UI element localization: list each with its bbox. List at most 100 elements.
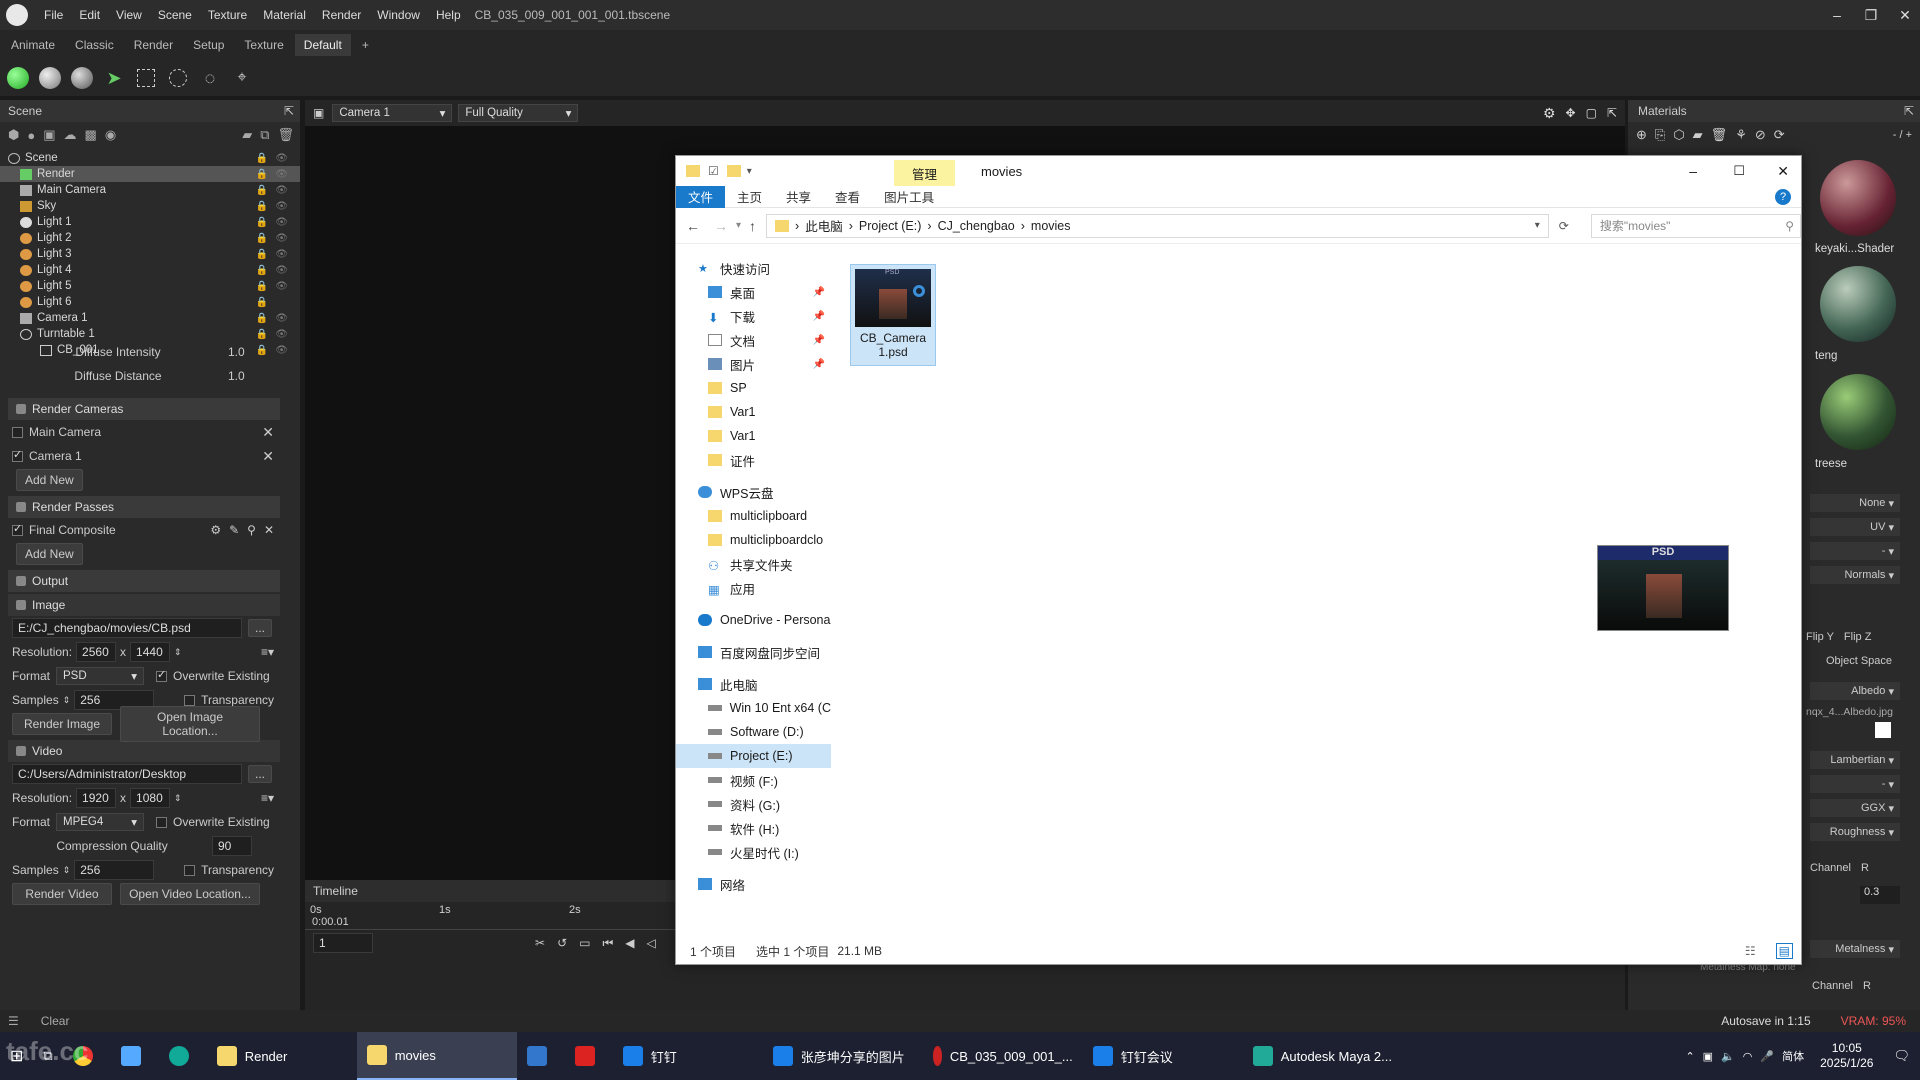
nav-drive-h[interactable]: 软件 (H:) [676,816,831,840]
render-cameras-header[interactable]: Render Cameras [8,398,280,420]
image-format-dropdown[interactable]: PSD ▾ [56,667,145,685]
nav-downloads[interactable]: ⬇ 下载 📌 [676,304,831,328]
eye-icon[interactable]: 👁 [275,281,288,292]
tray-chevron-icon[interactable]: ⌃ [1685,1050,1694,1063]
ribbon-tab-picture-tools[interactable]: 图片工具 [872,186,946,208]
tray-app-icon[interactable]: ▣ [1703,1050,1713,1063]
crumb-movies[interactable]: movies [1031,219,1071,233]
keyframe-icon[interactable]: ▭ [579,936,590,950]
browse-button[interactable]: ... [248,619,273,637]
image-path-field[interactable]: E:/CJ_chengbao/movies/CB.psd [12,618,242,638]
tree-item-light-3[interactable]: Light 3 🔒 👁 [0,246,300,262]
tree-item-light-1[interactable]: Light 1 🔒 👁 [0,214,300,230]
clear-icon[interactable]: ⊘ [1755,127,1766,143]
quality-dropdown[interactable]: Full Quality ▾ [458,104,579,122]
eye-icon[interactable]: 👁 [275,313,288,324]
crumb-project-e[interactable]: Project (E:) [859,219,922,233]
eye-icon[interactable]: 👁 [275,153,288,164]
nav-var1-b[interactable]: Var1 [676,424,831,448]
tree-item-light-4[interactable]: Light 4 🔒 👁 [0,262,300,278]
render-camera-main[interactable]: Main Camera ✕ [8,420,280,444]
pass-final-composite[interactable]: Final Composite ⚙ ✎ ⚲ ✕ [8,518,280,542]
menu-view[interactable]: View [108,8,150,22]
eye-icon[interactable]: 👁 [275,185,288,196]
nav-onedrive[interactable]: OneDrive - Persona [676,608,831,632]
add-sky-icon[interactable]: ☁ [64,127,77,143]
search-icon[interactable]: ⚲ [1785,219,1794,233]
lambertian-dropdown[interactable]: Lambertian ▾ [1810,751,1900,769]
play-back-icon[interactable]: ◁ [647,936,656,950]
large-icons-view-icon[interactable]: ▤ [1775,943,1793,959]
menu-scene[interactable]: Scene [150,8,200,22]
nav-drive-f[interactable]: 视频 (F:) [676,768,831,792]
remove-icon[interactable]: ✕ [262,424,274,441]
mic-icon[interactable]: 🎤 [1760,1050,1774,1063]
eye-icon[interactable]: 👁 [275,249,288,260]
nav-desktop[interactable]: 桌面 📌 [676,280,831,304]
nav-zhengjian[interactable]: 证件 [676,448,831,472]
add-object-icon[interactable]: ⬢ [8,127,19,143]
add-material-icon[interactable]: ⊕ [1636,127,1647,143]
folder-icon[interactable]: ▰ [242,127,252,143]
image-height-field[interactable]: 1440 [130,642,171,662]
tab-render[interactable]: Render [125,34,182,56]
tab-classic[interactable]: Classic [66,34,123,56]
video-width-field[interactable]: 1920 [76,788,117,808]
tree-icon[interactable]: ⚘ [1735,127,1747,143]
lock-icon[interactable]: 🔒 [256,281,268,292]
back-icon[interactable]: ← [686,218,700,234]
tab-texture[interactable]: Texture [235,34,292,56]
open-image-location-button[interactable]: Open Image Location... [120,706,260,742]
taskbar-render[interactable]: Render [207,1032,357,1080]
tree-item-light-2[interactable]: Light 2 🔒 👁 [0,230,300,246]
albedo-dropdown[interactable]: Albedo ▾ [1810,682,1900,700]
lit-ball-icon[interactable] [70,66,94,90]
lock-icon[interactable]: 🔒 [256,329,268,340]
new-folder-icon[interactable] [726,165,741,177]
lock-icon[interactable]: 🔒 [256,169,268,180]
taskbar-dingtalk[interactable]: 钉钉 [613,1032,763,1080]
minimize-icon[interactable]: – [1820,0,1854,30]
lock-icon[interactable]: 🔒 [256,217,268,228]
tree-item-render[interactable]: Render 🔒 👁 [0,166,300,182]
render-image-button[interactable]: Render Image [12,713,112,735]
restore-icon[interactable]: ❐ [1854,0,1888,30]
remove-icon[interactable]: ✕ [264,523,274,537]
material-thumb-treese[interactable] [1820,374,1896,450]
refresh-icon[interactable]: ⟳ [1559,219,1569,233]
render-camera-1[interactable]: Camera 1 ✕ [8,444,280,468]
eye-icon[interactable]: 👁 [275,233,288,244]
forward-icon[interactable]: → [714,218,728,234]
go-start-icon[interactable]: ⏮ [602,936,613,951]
crumb-this-pc[interactable]: 此电脑 [805,216,843,235]
close-icon[interactable]: ✕ [1777,163,1789,180]
overwrite-checkbox[interactable] [156,816,168,828]
help-icon[interactable]: ? [1775,188,1791,205]
object-space-label[interactable]: Object Space [1826,655,1892,667]
spinner-icon[interactable]: ⇕ [174,793,182,804]
nav-quick-access[interactable]: ★ 快速访问 [676,256,831,280]
diffuse-intensity-value[interactable]: 1.0 [228,345,245,359]
popout-icon[interactable]: ⇱ [284,104,294,118]
popout-icon[interactable]: ⇱ [1607,106,1617,120]
lock-icon[interactable]: 🔒 [256,201,268,212]
add-camera-icon[interactable]: ▣ [43,127,55,143]
menu-help[interactable]: Help [428,8,469,22]
pin-icon[interactable]: 📌 [813,335,825,346]
render-passes-header[interactable]: Render Passes [8,496,280,518]
ribbon-tab-share[interactable]: 共享 [774,186,823,208]
taskbar-dingtalk-meeting[interactable]: 钉钉会议 [1083,1032,1243,1080]
nav-this-pc[interactable]: 此电脑 [676,672,831,696]
video-height-field[interactable]: 1080 [130,788,171,808]
albedo-color-swatch[interactable] [1875,722,1891,738]
loop-icon[interactable]: ↺ [557,936,567,950]
dash2-dropdown[interactable]: - ▾ [1810,775,1900,793]
menu-file[interactable]: File [36,8,71,22]
import-material-icon[interactable]: ⎘ [1655,127,1665,143]
nav-wps-cloud[interactable]: WPS云盘 [676,480,831,504]
nav-drive-g[interactable]: 资料 (G:) [676,792,831,816]
crumb-cj-chengbao[interactable]: CJ_chengbao [938,219,1015,233]
preset-menu-icon[interactable]: ≡▾ [261,645,274,659]
nav-drive-i[interactable]: 火星时代 (I:) [676,840,831,864]
flip-z-label[interactable]: Flip Z [1844,631,1872,643]
